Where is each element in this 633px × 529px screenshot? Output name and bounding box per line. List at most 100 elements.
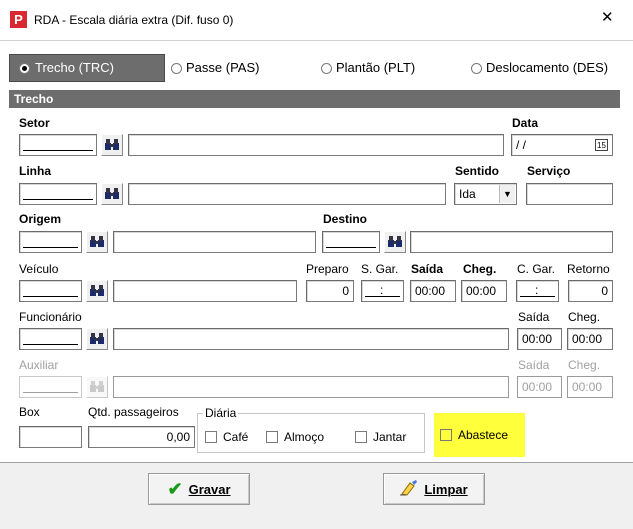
radio-passe[interactable] [171, 63, 182, 74]
linha-search-button[interactable] [101, 183, 123, 205]
retorno-label: Retorno [567, 262, 610, 276]
origem-search-button[interactable] [86, 231, 108, 253]
data-field[interactable]: / / 15 [511, 134, 613, 156]
setor-label: Setor [19, 116, 50, 130]
func-saida-field[interactable]: 00:00 [517, 328, 562, 350]
radio-trecho[interactable] [19, 63, 30, 74]
sgar-label: S. Gar. [361, 262, 399, 276]
abastece-checkbox[interactable] [440, 429, 452, 441]
gravar-button[interactable]: ✔ Gravar [148, 473, 250, 505]
destino-label: Destino [323, 212, 368, 226]
veiculo-desc-field[interactable] [113, 280, 297, 302]
linha-desc-field[interactable] [128, 183, 446, 205]
setor-search-button[interactable] [101, 134, 123, 156]
func-cheg-label: Cheg. [568, 310, 601, 324]
data-value: / / [516, 138, 527, 152]
almoco-label[interactable]: Almoço [284, 430, 324, 444]
destino-desc-field[interactable] [410, 231, 613, 253]
auxiliar-code-field [19, 376, 82, 398]
eraser-icon [400, 479, 418, 499]
func-saida-value: 00:00 [522, 332, 553, 346]
auxiliar-label: Auxiliar [19, 358, 59, 372]
origem-code-field[interactable] [19, 231, 82, 253]
saida-label: Saída [411, 262, 444, 276]
retorno-value: 0 [601, 284, 608, 298]
calendar-icon[interactable]: 15 [595, 139, 608, 151]
veiculo-code-field[interactable] [19, 280, 82, 302]
jantar-checkbox[interactable] [355, 431, 367, 443]
funcionario-code-field[interactable] [19, 328, 82, 350]
qtd-field[interactable]: 0,00 [88, 426, 195, 448]
preparo-field[interactable]: 0 [306, 280, 354, 302]
saida-value: 00:00 [415, 284, 446, 298]
radio-plantao[interactable] [321, 63, 332, 74]
sgar-field[interactable]: : [361, 280, 404, 302]
sentido-label: Sentido [455, 164, 499, 178]
servico-field[interactable] [526, 183, 613, 205]
funcionario-label: Funcionário [19, 310, 82, 324]
aux-cheg-label: Cheg. [568, 358, 601, 372]
func-cheg-value: 00:00 [572, 332, 603, 346]
close-icon[interactable]: ✕ [601, 10, 614, 25]
tab-plantao-label[interactable]: Plantão (PLT) [336, 61, 415, 75]
sgar-value: : [380, 283, 384, 297]
binoculars-icon [90, 333, 104, 345]
radio-deslocamento[interactable] [471, 63, 482, 74]
cafe-label[interactable]: Café [223, 430, 248, 444]
servico-label: Serviço [527, 164, 571, 178]
box-field[interactable] [19, 426, 82, 448]
cheg-field[interactable]: 00:00 [461, 280, 507, 302]
limpar-button[interactable]: Limpar [383, 473, 485, 505]
data-label: Data [512, 116, 539, 130]
gravar-label: Gravar [188, 481, 231, 497]
button-bar [0, 463, 633, 529]
origem-desc-field[interactable] [113, 231, 316, 253]
chevron-down-icon[interactable]: ▼ [499, 185, 515, 203]
tab-passe-label[interactable]: Passe (PAS) [186, 61, 259, 75]
sentido-value: Ida [459, 187, 476, 201]
linha-label: Linha [19, 164, 51, 178]
qtd-value: 0,00 [166, 430, 190, 444]
retorno-field[interactable]: 0 [568, 280, 613, 302]
setor-code-field[interactable] [19, 134, 97, 156]
funcionario-desc-field[interactable] [113, 328, 509, 350]
veiculo-search-button[interactable] [86, 280, 108, 302]
auxiliar-search-button [86, 376, 108, 398]
almoco-checkbox[interactable] [266, 431, 278, 443]
checkmark-icon: ✔ [167, 479, 183, 499]
app-icon: P [10, 11, 27, 28]
cgar-field[interactable]: : [516, 280, 559, 302]
title-bar: P RDA - Escala diária extra (Dif. fuso 0… [0, 0, 633, 40]
origem-label: Origem [19, 212, 62, 226]
binoculars-icon [105, 188, 119, 200]
tab-trecho[interactable]: Trecho (TRC) [9, 54, 165, 82]
aux-saida-value: 00:00 [522, 380, 553, 394]
destino-code-field[interactable] [322, 231, 380, 253]
tab-deslocamento-label[interactable]: Deslocamento (DES) [486, 61, 608, 75]
sentido-select[interactable]: Ida ▼ [454, 183, 517, 205]
preparo-value: 0 [342, 284, 349, 298]
diaria-label: Diária [203, 406, 239, 420]
binoculars-icon [90, 285, 104, 297]
limpar-label: Limpar [424, 481, 468, 497]
cgar-value: : [535, 283, 539, 297]
section-title: Trecho [14, 92, 54, 106]
jantar-label[interactable]: Jantar [373, 430, 406, 444]
cafe-checkbox[interactable] [205, 431, 217, 443]
cheg-label: Cheg. [463, 262, 497, 276]
section-header: Trecho [9, 90, 620, 108]
linha-code-field[interactable] [19, 183, 97, 205]
aux-saida-label: Saída [518, 358, 550, 372]
window-title: RDA - Escala diária extra (Dif. fuso 0) [34, 13, 234, 27]
aux-cheg-value: 00:00 [572, 380, 603, 394]
funcionario-search-button[interactable] [86, 328, 108, 350]
abastece-label[interactable]: Abastece [458, 428, 508, 442]
preparo-label: Preparo [306, 262, 349, 276]
box-label: Box [19, 405, 40, 419]
tab-trecho-label: Trecho (TRC) [35, 60, 114, 75]
func-cheg-field[interactable]: 00:00 [567, 328, 613, 350]
setor-desc-field[interactable] [128, 134, 504, 156]
destino-search-button[interactable] [384, 231, 406, 253]
qtd-label: Qtd. passageiros [88, 405, 179, 419]
saida-field[interactable]: 00:00 [410, 280, 456, 302]
